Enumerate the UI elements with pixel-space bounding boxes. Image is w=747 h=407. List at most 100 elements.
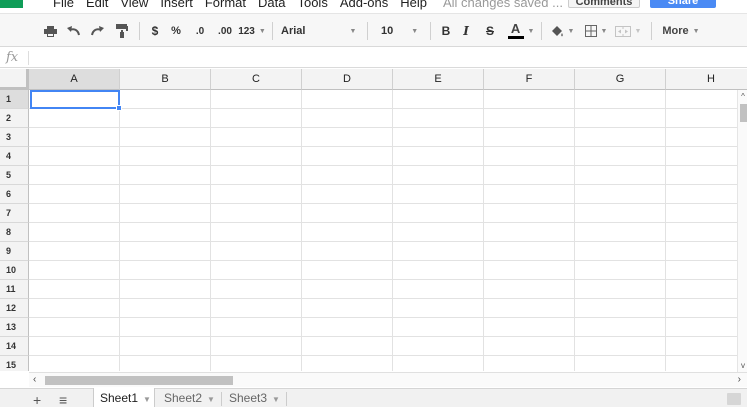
formula-bar: fx — [0, 48, 747, 68]
column-header-c[interactable]: C — [211, 69, 302, 90]
tab-separator — [221, 392, 222, 406]
row-header[interactable]: 10 — [0, 261, 29, 280]
vertical-scrollbar[interactable]: ^ v — [737, 90, 747, 372]
more-formats-label: 123 — [238, 25, 255, 37]
cell-area[interactable] — [29, 90, 747, 371]
toolbar-separator — [430, 22, 431, 40]
row-header[interactable]: 15 — [0, 356, 29, 371]
sheet-tab-sheet1[interactable]: Sheet1 ▼ — [93, 388, 155, 407]
row-header[interactable]: 11 — [0, 280, 29, 299]
menu-data[interactable]: Data — [258, 0, 285, 10]
borders-button[interactable]: ▼ — [582, 14, 610, 48]
menu-insert[interactable]: Insert — [160, 0, 193, 10]
sheet-tab-label: Sheet1 — [100, 391, 139, 405]
chevron-down-icon: ▼ — [692, 27, 700, 35]
explore-icon[interactable] — [727, 393, 741, 405]
borders-icon — [584, 25, 597, 37]
fill-color-button[interactable]: ▼ — [548, 14, 576, 48]
percent-format-button[interactable]: % — [170, 14, 182, 48]
sheet-tab-bar: + ≡ Sheet1 ▼ Sheet2 ▼ Sheet3 ▼ — [0, 388, 747, 407]
column-header-b[interactable]: B — [120, 69, 211, 90]
chevron-down-icon: ▼ — [411, 27, 419, 35]
row-header[interactable]: 3 — [0, 128, 29, 147]
chevron-down-icon: ▼ — [143, 395, 151, 404]
column-header-f[interactable]: F — [484, 69, 575, 90]
italic-button[interactable]: I — [460, 14, 472, 48]
menu-format[interactable]: Format — [205, 0, 246, 10]
column-header-g[interactable]: G — [575, 69, 666, 90]
more-label: More — [662, 25, 689, 37]
selected-cell-a1[interactable] — [30, 90, 122, 111]
scroll-left-icon[interactable]: ‹ — [33, 374, 36, 385]
menu-help[interactable]: Help — [400, 0, 427, 10]
more-button[interactable]: More ▼ — [660, 14, 702, 48]
row-header[interactable]: 5 — [0, 166, 29, 185]
fill-handle[interactable] — [116, 105, 122, 111]
vertical-scroll-thumb[interactable] — [740, 104, 747, 122]
horizontal-scroll-thumb[interactable] — [45, 376, 233, 385]
column-header-h[interactable]: H — [666, 69, 747, 90]
all-sheets-list-icon[interactable]: ≡ — [59, 393, 67, 407]
text-color-swatch — [507, 36, 524, 39]
chevron-down-icon: ▼ — [349, 27, 357, 35]
scroll-down-icon[interactable]: v — [738, 361, 747, 370]
column-header-d[interactable]: D — [302, 69, 393, 90]
text-color-button[interactable]: A ▼ — [506, 14, 536, 48]
font-family-select[interactable]: Arial ▼ — [281, 14, 361, 48]
row-headers: 1 2 3 4 5 6 7 8 9 10 11 12 13 14 15 — [0, 90, 29, 371]
scroll-up-icon[interactable]: ^ — [738, 92, 747, 101]
chevron-down-icon: ▼ — [600, 27, 608, 35]
menu-file[interactable]: File — [53, 0, 74, 10]
share-button[interactable]: Share — [650, 0, 716, 8]
chevron-down-icon: ▼ — [258, 27, 266, 35]
menu-addons[interactable]: Add-ons — [340, 0, 388, 10]
row-header[interactable]: 8 — [0, 223, 29, 242]
font-size-select[interactable]: 10 ▼ — [381, 14, 425, 48]
scroll-right-icon[interactable]: › — [738, 374, 741, 385]
toolbar-separator — [139, 22, 140, 40]
row-header[interactable]: 13 — [0, 318, 29, 337]
toolbar-separator — [651, 22, 652, 40]
row-header[interactable]: 6 — [0, 185, 29, 204]
strikethrough-button[interactable]: S — [484, 14, 496, 48]
menu-edit[interactable]: Edit — [86, 0, 108, 10]
row-header[interactable]: 4 — [0, 147, 29, 166]
font-family-value: Arial — [281, 25, 306, 37]
sheet-tab-sheet2[interactable]: Sheet2 ▼ — [158, 388, 220, 407]
decrease-decimal-button[interactable]: .0 — [191, 14, 209, 48]
menu-bar: File Edit View Insert Format Data Tools … — [0, 0, 747, 12]
formula-input[interactable] — [34, 48, 734, 68]
currency-format-button[interactable]: $ — [149, 14, 161, 48]
sheets-logo-icon[interactable] — [0, 0, 23, 8]
more-formats-button[interactable]: 123 ▼ — [237, 14, 267, 48]
comments-button[interactable]: Comments — [568, 0, 640, 8]
column-header-a[interactable]: A — [29, 69, 120, 90]
row-header[interactable]: 2 — [0, 109, 29, 128]
bold-button[interactable]: B — [440, 14, 452, 48]
add-sheet-icon[interactable]: + — [33, 393, 41, 407]
sheet-tab-sheet3[interactable]: Sheet3 ▼ — [223, 388, 285, 407]
chevron-down-icon: ▼ — [272, 395, 280, 404]
merge-cells-icon — [614, 25, 631, 37]
row-header[interactable]: 14 — [0, 337, 29, 356]
menu-view[interactable]: View — [120, 0, 148, 10]
increase-decimal-button[interactable]: .00 — [214, 14, 236, 48]
row-header[interactable]: 12 — [0, 299, 29, 318]
undo-icon[interactable] — [66, 14, 82, 48]
merge-cells-button[interactable]: ▼ — [613, 14, 643, 48]
select-all-corner[interactable] — [0, 69, 29, 90]
menu-tools[interactable]: Tools — [297, 0, 327, 10]
paint-format-icon[interactable] — [114, 14, 130, 48]
row-header[interactable]: 7 — [0, 204, 29, 223]
print-icon[interactable] — [42, 14, 58, 48]
redo-icon[interactable] — [89, 14, 105, 48]
chevron-down-icon: ▼ — [567, 27, 575, 35]
row-header[interactable]: 9 — [0, 242, 29, 261]
horizontal-scrollbar[interactable]: ‹ › — [29, 372, 747, 387]
column-header-e[interactable]: E — [393, 69, 484, 90]
row-header[interactable]: 1 — [0, 90, 29, 109]
save-status: All changes saved ... — [443, 0, 563, 10]
chevron-down-icon: ▼ — [634, 27, 642, 35]
paint-bucket-icon — [551, 25, 563, 36]
tab-separator — [286, 392, 287, 406]
